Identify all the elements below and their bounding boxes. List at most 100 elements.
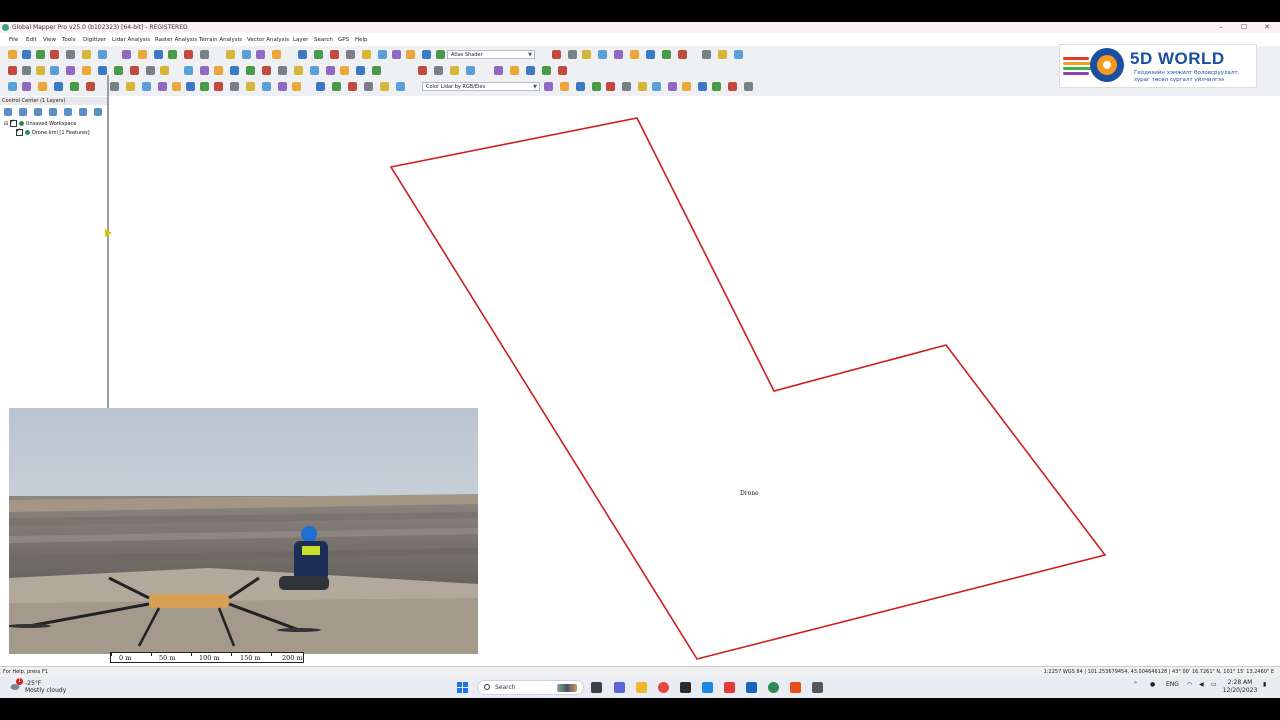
menu-layer[interactable]: Layer <box>293 35 308 45</box>
toolbar-tool-icon[interactable] <box>712 82 721 91</box>
globe-icon[interactable] <box>19 108 27 116</box>
toolbar-tool-icon[interactable] <box>50 66 59 75</box>
store-icon[interactable] <box>680 682 691 693</box>
edge-icon[interactable] <box>702 682 713 693</box>
taskbar-search[interactable]: Search <box>477 680 584 695</box>
toolbar-tool-icon[interactable] <box>622 82 631 91</box>
toolbar-tool-icon[interactable] <box>332 82 341 91</box>
toolbar-tool-icon[interactable] <box>392 50 401 59</box>
toolbar-tool-icon[interactable] <box>668 82 677 91</box>
toolbar-tool-icon[interactable] <box>38 82 47 91</box>
menu-terrain-analysis[interactable]: Terrain Analysis <box>199 35 242 45</box>
toolbar-tool-icon[interactable] <box>184 50 193 59</box>
toolbar-tool-icon[interactable] <box>246 66 255 75</box>
toolbar-tool-icon[interactable] <box>230 82 239 91</box>
toolbar-tool-icon[interactable] <box>450 66 459 75</box>
toolbar-tool-icon[interactable] <box>86 82 95 91</box>
toolbar-tool-icon[interactable] <box>364 82 373 91</box>
menu-gps[interactable]: GPS <box>338 35 349 45</box>
tree-workspace[interactable]: ⊟ Unsaved Workspace <box>4 118 76 127</box>
toolbar-tool-icon[interactable] <box>66 50 75 59</box>
toolbar-tool-icon[interactable] <box>262 82 271 91</box>
toolbar-tool-icon[interactable] <box>226 50 235 59</box>
toolbar-tool-icon[interactable] <box>138 50 147 59</box>
toolbar-tool-icon[interactable] <box>310 66 319 75</box>
toolbar-tool-icon[interactable] <box>606 82 615 91</box>
toolbar-tool-icon[interactable] <box>36 50 45 59</box>
windows-start-icon[interactable] <box>457 682 468 693</box>
microphone-icon[interactable]: ● <box>1150 681 1155 688</box>
menu-digitizer[interactable]: Digitizer <box>83 35 106 45</box>
toolbar-tool-icon[interactable] <box>272 50 281 59</box>
toolbar-tool-icon[interactable] <box>378 50 387 59</box>
toolbar-tool-icon[interactable] <box>630 50 639 59</box>
global-mapper-taskbar-icon[interactable] <box>768 682 779 693</box>
toolbar-tool-icon[interactable] <box>582 50 591 59</box>
toolbar-tool-icon[interactable] <box>98 66 107 75</box>
toolbar-tool-icon[interactable] <box>142 82 151 91</box>
toolbar-tool-icon[interactable] <box>256 50 265 59</box>
toolbar-tool-icon[interactable] <box>552 50 561 59</box>
toolbar-tool-icon[interactable] <box>638 82 647 91</box>
toolbar-tool-icon[interactable] <box>396 82 405 91</box>
filter-icon[interactable] <box>79 108 87 116</box>
shader-select[interactable]: Atlas Shader ▼ <box>447 50 535 59</box>
menu-raster-analysis[interactable]: Raster Analysis <box>155 35 197 45</box>
teams-chat-icon[interactable] <box>614 682 625 693</box>
menu-file[interactable]: File <box>9 35 18 45</box>
toolbar-tool-icon[interactable] <box>278 82 287 91</box>
toolbar-tool-icon[interactable] <box>214 82 223 91</box>
camtasia-icon[interactable] <box>790 682 801 693</box>
toolbar-tool-icon[interactable] <box>380 82 389 91</box>
toolbar-tool-icon[interactable] <box>734 50 743 59</box>
checkbox-icon[interactable] <box>16 127 23 136</box>
word-icon[interactable] <box>746 682 757 693</box>
toolbar-tool-icon[interactable] <box>434 66 443 75</box>
toolbar-tool-icon[interactable] <box>436 50 445 59</box>
toolbar-tool-icon[interactable] <box>154 50 163 59</box>
chrome-icon[interactable] <box>658 682 669 693</box>
task-view-icon[interactable] <box>591 682 602 693</box>
toolbar-tool-icon[interactable] <box>698 82 707 91</box>
toolbar-tool-icon[interactable] <box>494 66 503 75</box>
notifications-icon[interactable]: ▮ <box>1263 681 1266 688</box>
minimize-button[interactable]: – <box>1212 22 1230 33</box>
menu-lidar-analysis[interactable]: Lidar Analysis <box>112 35 150 45</box>
toolbar-tool-icon[interactable] <box>66 66 75 75</box>
toolbar-tool-icon[interactable] <box>466 66 475 75</box>
toolbar-tool-icon[interactable] <box>568 50 577 59</box>
toolbar-tool-icon[interactable] <box>418 66 427 75</box>
toolbar-tool-icon[interactable] <box>340 66 349 75</box>
toolbar-tool-icon[interactable] <box>678 50 687 59</box>
toolbar-tool-icon[interactable] <box>214 66 223 75</box>
toolbar-tool-icon[interactable] <box>98 50 107 59</box>
toolbar-tool-icon[interactable] <box>246 82 255 91</box>
menu-help[interactable]: Help <box>355 35 368 45</box>
file-explorer-icon[interactable] <box>636 682 647 693</box>
toolbar-tool-icon[interactable] <box>160 66 169 75</box>
toolbar-tool-icon[interactable] <box>50 50 59 59</box>
toolbar-tool-icon[interactable] <box>510 66 519 75</box>
menu-search[interactable]: Search <box>314 35 333 45</box>
toolbar-tool-icon[interactable] <box>8 50 17 59</box>
toolbar-tool-icon[interactable] <box>126 82 135 91</box>
toolbar-tool-icon[interactable] <box>330 50 339 59</box>
toolbar-tool-icon[interactable] <box>22 66 31 75</box>
toolbar-tool-icon[interactable] <box>702 50 711 59</box>
toolbar-tool-icon[interactable] <box>82 66 91 75</box>
toolbar-tool-icon[interactable] <box>372 66 381 75</box>
toolbar-tool-icon[interactable] <box>70 82 79 91</box>
toolbar-tool-icon[interactable] <box>8 82 17 91</box>
toolbar-tool-icon[interactable] <box>158 82 167 91</box>
checkbox-icon[interactable] <box>9 118 17 127</box>
toolbar-tool-icon[interactable] <box>682 82 691 91</box>
toolbar-tool-icon[interactable] <box>200 82 209 91</box>
toolbar-tool-icon[interactable] <box>36 66 45 75</box>
toolbar-tool-icon[interactable] <box>718 50 727 59</box>
pdf-reader-icon[interactable] <box>724 682 735 693</box>
toolbar-tool-icon[interactable] <box>8 66 17 75</box>
toolbar-tool-icon[interactable] <box>346 50 355 59</box>
settings-icon[interactable] <box>94 108 102 116</box>
toolbar-tool-icon[interactable] <box>230 66 239 75</box>
toolbar-tool-icon[interactable] <box>294 66 303 75</box>
